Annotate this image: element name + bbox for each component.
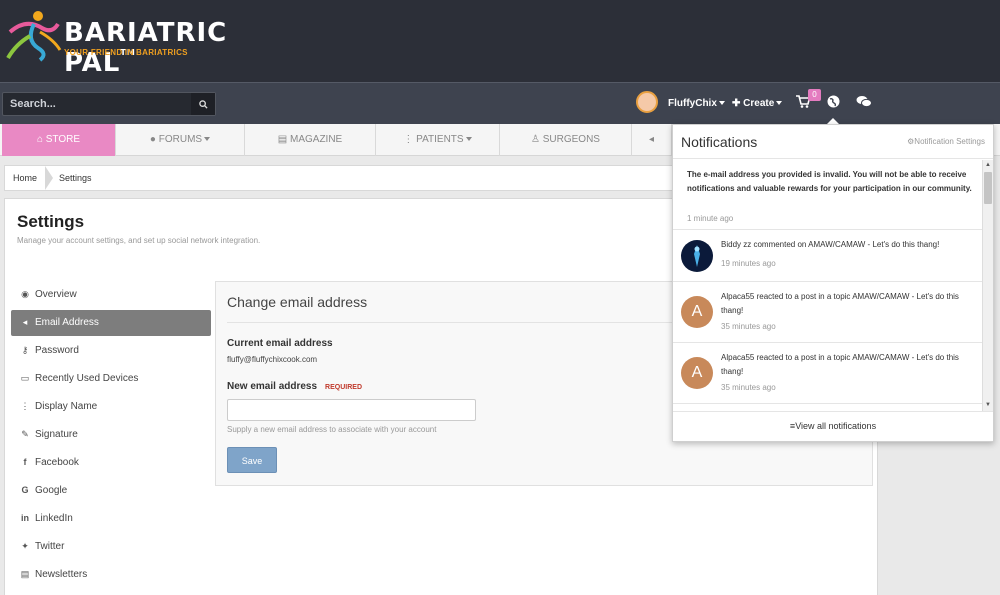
create-menu[interactable]: ✚ Create — [732, 98, 783, 109]
cart-count-badge: 0 — [808, 89, 821, 101]
avatar — [681, 240, 713, 272]
pencil-icon: ✎ — [21, 429, 29, 439]
send-icon: ◂ — [22, 317, 28, 327]
divider — [227, 322, 687, 323]
required-badge: REQUIRED — [325, 384, 362, 391]
nav-item-surgeons[interactable]: ♙ SURGEONS — [500, 124, 632, 156]
nav-item-store[interactable]: ⌂ STORE — [2, 124, 116, 156]
breadcrumb-home[interactable]: Home — [13, 173, 37, 183]
notifications-title: Notifications — [681, 134, 758, 150]
logo-figure-icon — [6, 11, 62, 62]
form-title: Change email address — [227, 294, 368, 310]
sidebar-item-google[interactable]: G Google — [11, 478, 211, 504]
notification-item[interactable]: The e-mail address you provided is inval… — [673, 160, 982, 230]
new-email-field[interactable] — [227, 399, 476, 421]
user-icon: ⋮ — [20, 401, 30, 411]
sidebar-item-recently-used-devices[interactable]: ▭ Recently Used Devices — [11, 366, 211, 392]
user-icon: ⋮ — [403, 134, 417, 145]
notifications-header: Notifications ⚙Notification Settings — [673, 125, 993, 159]
chevron-down-icon — [718, 101, 725, 106]
nav-item-forums[interactable]: ● FORUMS — [116, 124, 245, 156]
dashboard-icon: ◉ — [21, 289, 29, 299]
notification-item[interactable]: Biddy zz commented on AMAW/CAMAW - Let's… — [673, 230, 982, 282]
sidebar-item-display-name[interactable]: ⋮ Display Name — [11, 394, 211, 420]
sidebar-item-linkedin[interactable]: in LinkedIn — [11, 506, 211, 532]
chevron-down-icon — [204, 137, 211, 142]
user-avatar[interactable] — [636, 91, 658, 113]
sidebar-item-overview[interactable]: ◉ Overview — [11, 282, 211, 308]
plus-icon: ✚ — [732, 98, 744, 109]
store-icon: ⌂ — [36, 134, 46, 145]
user-bar: Search... FluffyChix ✚ Create 0 — [0, 82, 1000, 124]
notifications-scrollbar[interactable]: ▲ ▼ — [982, 160, 993, 411]
google-icon: G — [21, 485, 29, 495]
notifications-button[interactable] — [827, 95, 840, 111]
globe-icon — [827, 95, 840, 108]
nav-item-more[interactable]: ◂ — [632, 124, 672, 156]
search-box[interactable]: Search... — [2, 92, 216, 116]
save-button[interactable]: Save — [227, 447, 277, 473]
search-icon — [198, 99, 208, 109]
notifications-dropdown: Notifications ⚙Notification Settings The… — [672, 124, 994, 442]
sidebar-item-password[interactable]: ⚷ Password — [11, 338, 211, 364]
megaphone-icon: ◂ — [648, 134, 655, 145]
chevron-down-icon — [465, 137, 472, 142]
notification-item[interactable]: A Alpaca55 reacted to a post in a topic … — [673, 282, 982, 343]
doctor-icon: ♙ — [531, 134, 543, 145]
comments-icon: ● — [149, 134, 159, 145]
sidebar-item-email-address[interactable]: ◂ Email Address — [11, 310, 211, 336]
sidebar-item-twitter[interactable]: ✦ Twitter — [11, 534, 211, 560]
search-input[interactable]: Search... — [10, 98, 56, 110]
avatar: A — [681, 296, 713, 328]
scroll-down-arrow-icon[interactable]: ▼ — [984, 401, 992, 410]
current-email-label: Current email address — [227, 338, 333, 349]
nav-item-magazine[interactable]: ▤ MAGAZINE — [245, 124, 376, 156]
laptop-icon: ▭ — [20, 373, 30, 383]
sidebar-item-signature[interactable]: ✎ Signature — [11, 422, 211, 448]
facebook-icon: f — [23, 457, 27, 467]
new-email-label: New email address REQUIRED — [227, 381, 362, 392]
messages-button[interactable] — [856, 95, 872, 111]
avatar: A — [681, 357, 713, 389]
search-button[interactable] — [191, 93, 215, 115]
sidebar-item-facebook[interactable]: f Facebook — [11, 450, 211, 476]
breadcrumb-separator — [45, 166, 53, 190]
twitter-icon: ✦ — [21, 541, 29, 551]
scrollbar-thumb[interactable] — [984, 172, 992, 204]
notification-settings-link[interactable]: ⚙Notification Settings — [907, 137, 985, 146]
nav-item-patients[interactable]: ⋮ PATIENTS — [376, 124, 500, 156]
notifications-list: The e-mail address you provided is inval… — [673, 160, 982, 411]
user-menu[interactable]: FluffyChix — [668, 98, 725, 109]
site-header: BARIATRIC PALTM YOUR FRIEND IN BARIATRIC… — [0, 0, 1000, 82]
sidebar-item-newsletters[interactable]: ▤ Newsletters — [11, 562, 211, 588]
newspaper-icon: ▤ — [20, 569, 30, 579]
current-email-value: fluffy@fluffychixcook.com — [227, 355, 318, 364]
page-title: Settings — [17, 212, 85, 231]
newspaper-icon: ▤ — [277, 134, 290, 145]
linkedin-icon: in — [21, 513, 29, 523]
notification-item[interactable]: A Alpaca55 reacted to a post in a topic … — [673, 343, 982, 404]
chevron-down-icon — [776, 101, 783, 106]
avatar-figure-icon — [694, 245, 700, 267]
chat-bubbles-icon — [856, 96, 872, 108]
new-email-hint: Supply a new email address to associate … — [227, 425, 437, 434]
scroll-up-arrow-icon[interactable]: ▲ — [984, 161, 992, 170]
view-all-notifications-link[interactable]: ≡View all notifications — [673, 411, 993, 441]
key-icon: ⚷ — [21, 345, 29, 355]
brand-tagline: YOUR FRIEND IN BARIATRICS — [64, 48, 188, 57]
page-subtitle: Manage your account settings, and set up… — [17, 236, 261, 245]
brand-logo[interactable]: BARIATRIC PALTM YOUR FRIEND IN BARIATRIC… — [4, 10, 226, 78]
breadcrumb-current: Settings — [59, 173, 92, 183]
